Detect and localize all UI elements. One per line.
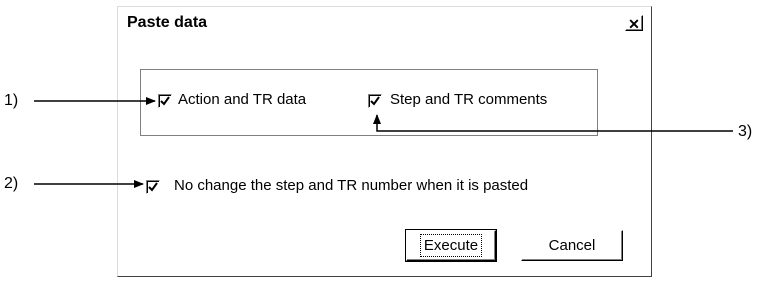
callout-3-arrow — [373, 114, 733, 132]
callout-arrows — [34, 97, 733, 188]
